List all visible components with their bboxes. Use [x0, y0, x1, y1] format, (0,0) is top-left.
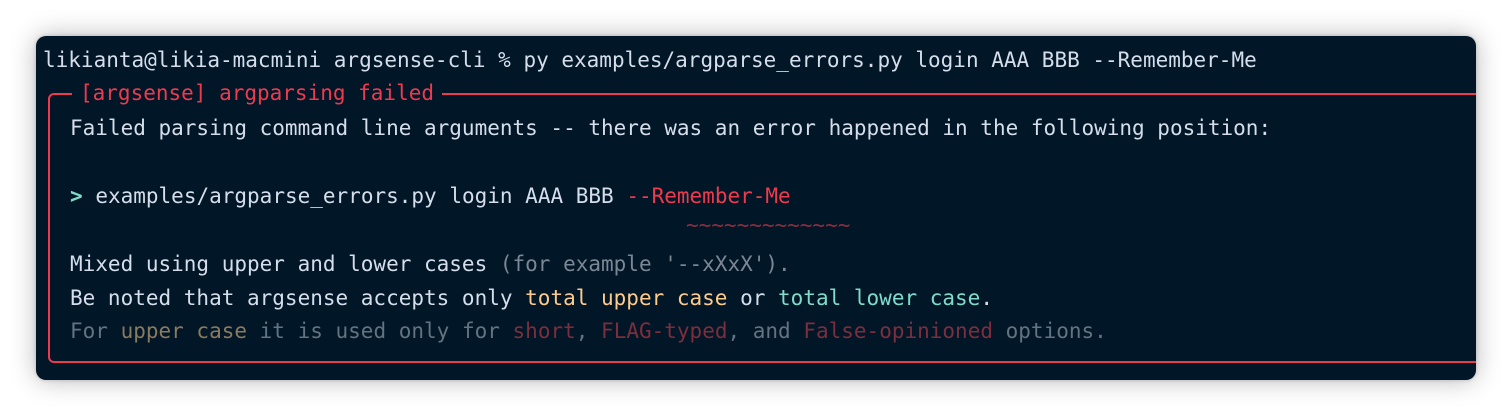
usage-text-b: it is used only for	[247, 319, 513, 343]
hint-line-accepted-cases: Be noted that argsense accepts only tota…	[70, 283, 993, 313]
usage-flag-typed: FLAG-typed	[601, 319, 728, 343]
hint-text-end: .	[980, 286, 993, 310]
hint-main-text: Mixed using upper and lower cases	[70, 252, 500, 276]
usage-upper-case: upper case	[120, 319, 248, 343]
hint-text-a: Be noted that argsense accepts only	[70, 286, 526, 310]
hint-line-mixed-case: Mixed using upper and lower cases (for e…	[70, 249, 791, 279]
hint-line-upper-usage: For upper case it is used only for short…	[70, 316, 1107, 346]
hint-example-text: (for example '--xXxX').	[499, 252, 791, 276]
error-command-highlight: --Remember-Me	[626, 184, 791, 208]
usage-text-e: options.	[993, 319, 1107, 343]
usage-false-opinioned: False-opinioned	[803, 319, 993, 343]
usage-text-d: , and	[727, 319, 804, 343]
error-command-line: > examples/argparse_errors.py login AAA …	[70, 181, 791, 211]
error-message: Failed parsing command line arguments --…	[70, 116, 1272, 140]
usage-short: short	[512, 319, 576, 343]
hint-text-or: or	[727, 286, 779, 310]
command-line: likianta@likia-macmini argsense-cli % py…	[43, 45, 1257, 75]
hint-upper-case: total upper case	[525, 286, 728, 310]
error-squiggle-underline: ~~~~~~~~~~~~~	[686, 213, 851, 237]
usage-text-c: ,	[575, 319, 602, 343]
usage-text-a: For	[70, 319, 121, 343]
shell-command: py examples/argparse_errors.py login AAA…	[523, 48, 1257, 72]
terminal-window[interactable]: likianta@likia-macmini argsense-cli % py…	[36, 36, 1476, 380]
caret-icon: >	[70, 184, 83, 208]
shell-prompt: likianta@likia-macmini argsense-cli %	[43, 48, 524, 72]
hint-lower-case: total lower case	[778, 286, 981, 310]
error-panel-title: [argsense] argparsing failed	[72, 78, 443, 108]
error-command-prefix: examples/argparse_errors.py login AAA BB…	[95, 184, 627, 208]
